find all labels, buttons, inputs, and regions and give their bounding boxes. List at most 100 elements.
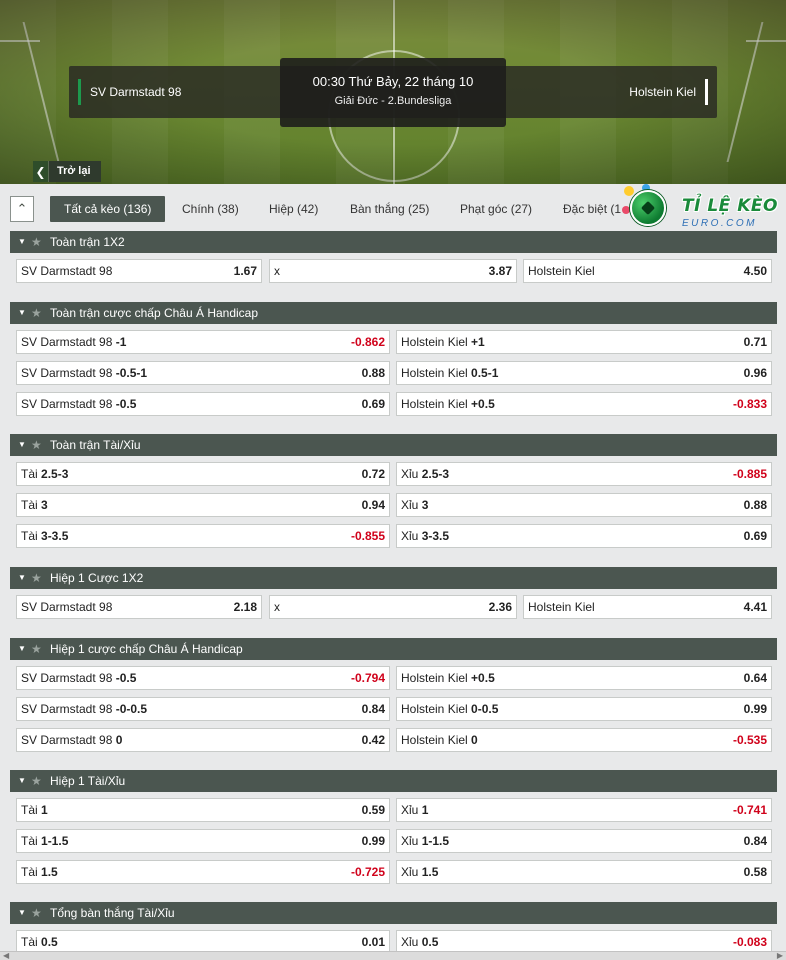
odds-cell[interactable]: Tài 1.5 -0.725 [16,860,390,884]
star-icon[interactable]: ★ [31,902,42,924]
odds-cell[interactable]: Holstein Kiel +0.5 0.64 [396,666,772,690]
handicap-value: -0-0.5 [115,702,148,716]
tab-goals[interactable]: Bàn thắng (25) [350,196,429,222]
market-header[interactable]: ▼ ★ Hiệp 1 Cược 1X2 [10,567,777,589]
odds-cell[interactable]: Holstein Kiel 4.50 [523,259,772,283]
odds-value: 0.71 [743,335,767,349]
handicap-value: 1-1.5 [41,834,69,848]
odds-cell[interactable]: SV Darmstadt 98 -1 -0.862 [16,330,390,354]
odds-cell[interactable]: Xỉu 2.5-3 -0.885 [396,462,772,486]
logo-subtitle: EURO.COM [682,218,757,229]
market-title: Hiệp 1 Cược 1X2 [50,571,144,585]
odds-cell[interactable]: Xỉu 3 0.88 [396,493,772,517]
selection-label: Xỉu 0.5 [401,935,439,949]
odds-cell[interactable]: SV Darmstadt 98 0 0.42 [16,728,390,752]
tab-special[interactable]: Đặc biệt (1 [563,196,621,222]
collapse-all-button[interactable]: ⌃ [10,196,34,222]
caret-down-icon[interactable]: ▼ [18,231,26,253]
handicap-value: 0.5 [41,935,58,949]
odds-cell[interactable]: Tài 1 0.59 [16,798,390,822]
odds-cell[interactable]: Xỉu 1.5 0.58 [396,860,772,884]
market-title: Toàn trận cược chấp Châu Á Handicap [50,306,259,320]
tab-corners[interactable]: Phạt góc (27) [460,196,532,222]
star-icon[interactable]: ★ [31,231,42,253]
selection-label: Holstein Kiel [528,600,595,614]
odds-cell[interactable]: Holstein Kiel 0 -0.535 [396,728,772,752]
odds-value: 0.94 [361,498,385,512]
handicap-value: 1.5 [41,865,58,879]
tab-main[interactable]: Chính (38) [182,196,239,222]
odds-value: 0.01 [361,935,385,949]
selection-label: Holstein Kiel +1 [401,335,485,349]
odds-cell[interactable]: SV Darmstadt 98 -0-0.5 0.84 [16,697,390,721]
tab-all[interactable]: Tất cả kèo (136) [50,196,166,222]
odds-cell[interactable]: SV Darmstadt 98 -0.5 -0.794 [16,666,390,690]
handicap-value: 0.5 [421,935,439,949]
odds-cell[interactable]: x 3.87 [269,259,517,283]
caret-down-icon[interactable]: ▼ [18,902,26,924]
handicap-value: 0 [115,733,123,747]
odds-cell[interactable]: SV Darmstadt 98 1.67 [16,259,262,283]
market-header[interactable]: ▼ ★ Hiệp 1 Tài/Xỉu [10,770,777,792]
caret-down-icon[interactable]: ▼ [18,638,26,660]
selection-label: Holstein Kiel +0.5 [401,397,495,411]
odds-value: -0.862 [350,335,385,349]
odds-value: -0.855 [350,529,385,543]
star-icon[interactable]: ★ [31,770,42,792]
odds-value: 0.69 [361,397,385,411]
selection-label: Xỉu 3 [401,498,429,512]
odds-cell[interactable]: Tài 1-1.5 0.99 [16,829,390,853]
selection-label: Tài 1.5 [21,865,58,879]
odds-cell[interactable]: Xỉu 3-3.5 0.69 [396,524,772,548]
odds-cell[interactable]: SV Darmstadt 98 -0.5-1 0.88 [16,361,390,385]
horizontal-scrollbar[interactable]: ◀ ▶ [0,951,786,960]
odds-cell[interactable]: Holstein Kiel 0-0.5 0.99 [396,697,772,721]
market-title: Toàn trận 1X2 [50,235,125,249]
odds-cell[interactable]: Xỉu 1-1.5 0.84 [396,829,772,853]
scroll-right-icon[interactable]: ▶ [777,951,783,960]
odds-cell[interactable]: Tài 2.5-3 0.72 [16,462,390,486]
selection-label: Tài 1-1.5 [21,834,69,848]
caret-down-icon[interactable]: ▼ [18,434,26,456]
odds-cell[interactable]: x 2.36 [269,595,517,619]
back-button[interactable]: ❮ Trở lại [33,161,101,182]
tab-half[interactable]: Hiệp (42) [269,196,318,222]
caret-down-icon[interactable]: ▼ [18,567,26,589]
odds-cell[interactable]: Tài 3-3.5 -0.855 [16,524,390,548]
odds-value: 3.87 [488,264,512,278]
scroll-left-icon[interactable]: ◀ [3,951,9,960]
odds-cell[interactable]: Tài 3 0.94 [16,493,390,517]
odds-cell[interactable]: SV Darmstadt 98 -0.5 0.69 [16,392,390,416]
selection-label: Tài 2.5-3 [21,467,69,481]
odds-cell[interactable]: Holstein Kiel +1 0.71 [396,330,772,354]
odds-value: 0.84 [361,702,385,716]
odds-cell[interactable]: Holstein Kiel 0.5-1 0.96 [396,361,772,385]
market-header[interactable]: ▼ ★ Hiệp 1 cược chấp Châu Á Handicap [10,638,777,660]
market-header[interactable]: ▼ ★ Tổng bàn thắng Tài/Xỉu [10,902,777,924]
odds-value: 0.72 [361,467,385,481]
market-header[interactable]: ▼ ★ Toàn trận cược chấp Châu Á Handicap [10,302,777,324]
odds-value: -0.083 [732,935,767,949]
odds-value: 0.88 [361,366,385,380]
star-icon[interactable]: ★ [31,302,42,324]
odds-value: -0.794 [350,671,385,685]
odds-value: -0.535 [732,733,767,747]
selection-label: Xỉu 2.5-3 [401,467,450,481]
odds-value: 0.59 [361,803,385,817]
star-icon[interactable]: ★ [31,638,42,660]
site-logo: TỈ LỆ KÈO EURO.COM [622,184,786,232]
caret-down-icon[interactable]: ▼ [18,302,26,324]
star-icon[interactable]: ★ [31,567,42,589]
match-league: Giải Đức - 2.Bundesliga [334,95,452,107]
market-header[interactable]: ▼ ★ Toàn trận Tài/Xỉu [10,434,777,456]
odds-value: -0.741 [732,803,767,817]
caret-down-icon[interactable]: ▼ [18,770,26,792]
odds-cell[interactable]: Xỉu 1 -0.741 [396,798,772,822]
odds-value: 0.58 [743,865,767,879]
soccer-ball-icon [630,190,666,226]
odds-cell[interactable]: SV Darmstadt 98 2.18 [16,595,262,619]
odds-cell[interactable]: Holstein Kiel 4.41 [523,595,772,619]
odds-cell[interactable]: Holstein Kiel +0.5 -0.833 [396,392,772,416]
star-icon[interactable]: ★ [31,434,42,456]
market-header[interactable]: ▼ ★ Toàn trận 1X2 [10,231,777,253]
